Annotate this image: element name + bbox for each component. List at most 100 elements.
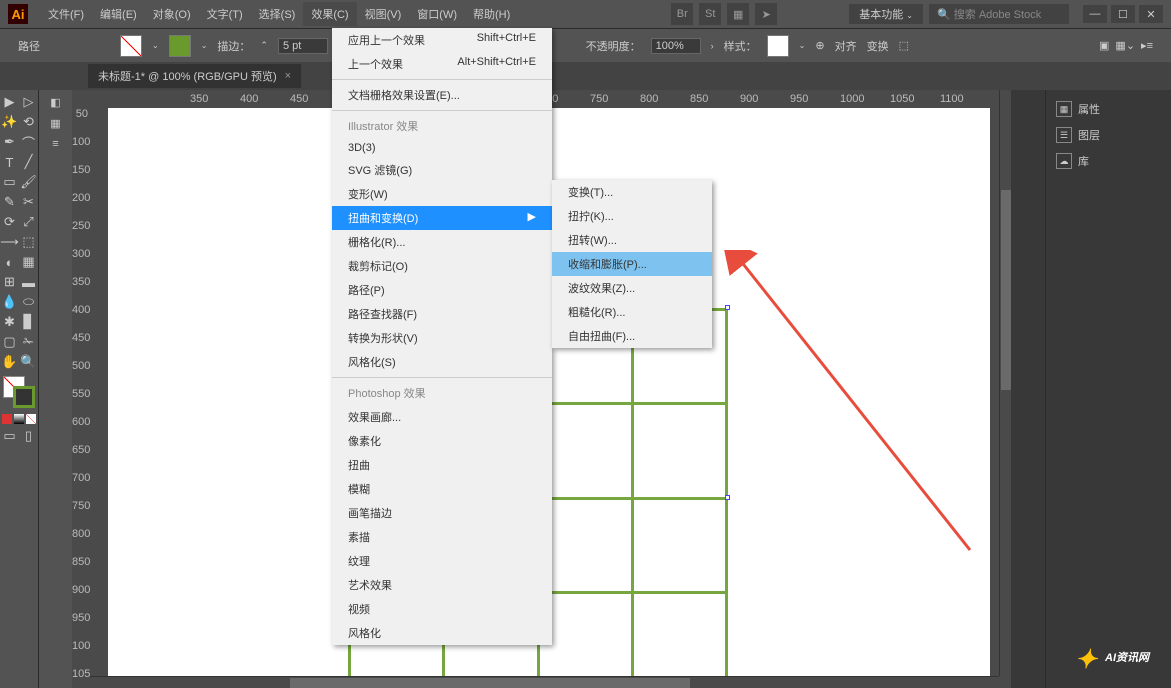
menu-effect-gallery[interactable]: 效果画廊... [332,405,552,429]
submenu-tweak[interactable]: 扭拧(K)... [552,204,712,228]
maximize-button[interactable]: ☐ [1111,5,1135,23]
zoom-tool[interactable]: 🔍 [19,352,38,372]
stroke-swatch[interactable] [169,35,191,57]
gradient-tool[interactable]: ▬ [19,272,38,292]
menu-object[interactable]: 对象(O) [145,2,199,26]
panel-menu-icon[interactable]: ▸≡ [1141,39,1153,52]
workspace-switcher[interactable]: 基本功能 ⌄ [849,4,923,24]
brushes-panel-icon[interactable]: ≡ [52,138,58,150]
eyedropper-tool[interactable]: 💧 [0,292,19,312]
free-transform-tool[interactable]: ⬚ [19,232,38,252]
menu-select[interactable]: 选择(S) [251,2,304,26]
grid-icon[interactable]: ▦⌄ [1115,39,1135,52]
menu-convert-shape[interactable]: 转换为形状(V) [332,326,552,350]
slice-tool[interactable]: ✁ [19,332,38,352]
mesh-tool[interactable]: ⊞ [0,272,19,292]
fill-swatch[interactable] [120,35,142,57]
align-label[interactable]: 对齐 [835,38,857,54]
direct-selection-tool[interactable]: ▷ [19,92,38,112]
shape-builder-tool[interactable]: ◐ [0,252,19,272]
submenu-zigzag[interactable]: 波纹效果(Z)... [552,276,712,300]
submenu-free-distort[interactable]: 自由扭曲(F)... [552,324,712,348]
symbol-sprayer-tool[interactable]: ✱ [0,312,19,332]
properties-panel-item[interactable]: ▦属性 [1046,96,1171,122]
menu-window[interactable]: 窗口(W) [409,2,465,26]
document-tab[interactable]: 未标题-1* @ 100% (RGB/GPU 预览) × [88,64,301,88]
pen-tool[interactable]: ✒ [0,132,19,152]
line-tool[interactable]: ╱ [19,152,38,172]
menu-crop-marks[interactable]: 裁剪标记(O) [332,254,552,278]
type-tool[interactable]: T [0,152,19,172]
submenu-pucker-bloat[interactable]: 收缩和膨胀(P)... [552,252,712,276]
eraser-tool[interactable]: ✂ [19,192,38,212]
menu-blur[interactable]: 模糊 [332,477,552,501]
scale-tool[interactable]: ⤢ [19,212,38,232]
layers-panel-item[interactable]: ☰图层 [1046,122,1171,148]
arrange-icon[interactable]: ▦ [727,3,749,25]
rectangle-tool[interactable]: ▭ [0,172,19,192]
search-input[interactable]: 🔍 搜索 Adobe Stock [929,4,1069,24]
minimize-button[interactable]: — [1083,5,1107,23]
color-mode-swatches[interactable] [0,412,38,426]
menu-effect[interactable]: 效果(C) [303,2,356,26]
screen-mode-tool[interactable]: ▭ [0,426,19,446]
menu-texture[interactable]: 纹理 [332,549,552,573]
style-swatch[interactable] [767,35,789,57]
transform-label[interactable]: 变换 [867,38,889,54]
width-tool[interactable]: ⟶ [0,232,19,252]
hand-tool[interactable]: ✋ [0,352,19,372]
color-panel-icon[interactable]: ◧ [50,96,60,109]
menu-apply-last-effect[interactable]: 应用上一个效果Shift+Ctrl+E [332,28,552,52]
rotate-tool[interactable]: ⟳ [0,212,19,232]
menu-3d[interactable]: 3D(3) [332,138,552,158]
selection-tool[interactable]: ▶ [0,92,19,112]
graph-tool[interactable]: ▊ [19,312,38,332]
submenu-roughen[interactable]: 粗糙化(R)... [552,300,712,324]
menu-pixelate[interactable]: 像素化 [332,429,552,453]
menu-edit[interactable]: 编辑(E) [92,2,145,26]
menu-brush-strokes[interactable]: 画笔描边 [332,501,552,525]
stock-icon[interactable]: St [699,3,721,25]
vertical-scrollbar[interactable] [999,90,1011,676]
menu-type[interactable]: 文字(T) [199,2,251,26]
horizontal-scrollbar[interactable] [90,676,999,688]
menu-rasterize[interactable]: 栅格化(R)... [332,230,552,254]
menu-distort-transform[interactable]: 扭曲和变换(D)▶ [332,206,552,230]
fill-stroke-swatch[interactable] [3,376,35,408]
swatches-panel-icon[interactable]: ▦ [50,117,60,130]
menu-stylize[interactable]: 风格化(S) [332,350,552,374]
paintbrush-tool[interactable]: 🖌 [19,172,38,192]
menu-file[interactable]: 文件(F) [40,2,92,26]
screen-mode2-tool[interactable]: ▯ [19,426,38,446]
menu-help[interactable]: 帮助(H) [465,2,518,26]
lasso-tool[interactable]: ⟲ [19,112,38,132]
collapsed-panel-dock[interactable] [1011,90,1045,688]
menu-last-effect[interactable]: 上一个效果Alt+Shift+Ctrl+E [332,52,552,76]
close-button[interactable]: ✕ [1139,5,1163,23]
stroke-width-input[interactable]: 5 pt [278,38,328,54]
menu-path[interactable]: 路径(P) [332,278,552,302]
opacity-input[interactable]: 100% [651,38,701,54]
menu-video[interactable]: 视频 [332,597,552,621]
libraries-panel-item[interactable]: ☁库 [1046,148,1171,174]
blend-tool[interactable]: ⬭ [19,292,38,312]
menu-doc-raster-settings[interactable]: 文档栅格效果设置(E)... [332,83,552,107]
globe-icon[interactable]: ⊕ [815,39,824,52]
isolation-icon[interactable]: ▣ [1099,39,1109,52]
shape-icon[interactable]: ⬚ [899,39,909,52]
bridge-icon[interactable]: Br [671,3,693,25]
menu-warp[interactable]: 变形(W) [332,182,552,206]
menu-stylize-ps[interactable]: 风格化 [332,621,552,645]
menu-pathfinder[interactable]: 路径查找器(F) [332,302,552,326]
menu-distort[interactable]: 扭曲 [332,453,552,477]
menu-artistic[interactable]: 艺术效果 [332,573,552,597]
submenu-twist[interactable]: 扭转(W)... [552,228,712,252]
curvature-tool[interactable]: ⌒ [19,132,38,152]
submenu-transform[interactable]: 变换(T)... [552,180,712,204]
close-tab-icon[interactable]: × [285,70,291,82]
menu-svg-filters[interactable]: SVG 滤镜(G) [332,158,552,182]
gpu-icon[interactable]: ➤ [755,3,777,25]
menu-view[interactable]: 视图(V) [357,2,410,26]
artboard-tool[interactable]: ▢ [0,332,19,352]
magic-wand-tool[interactable]: ✨ [0,112,19,132]
